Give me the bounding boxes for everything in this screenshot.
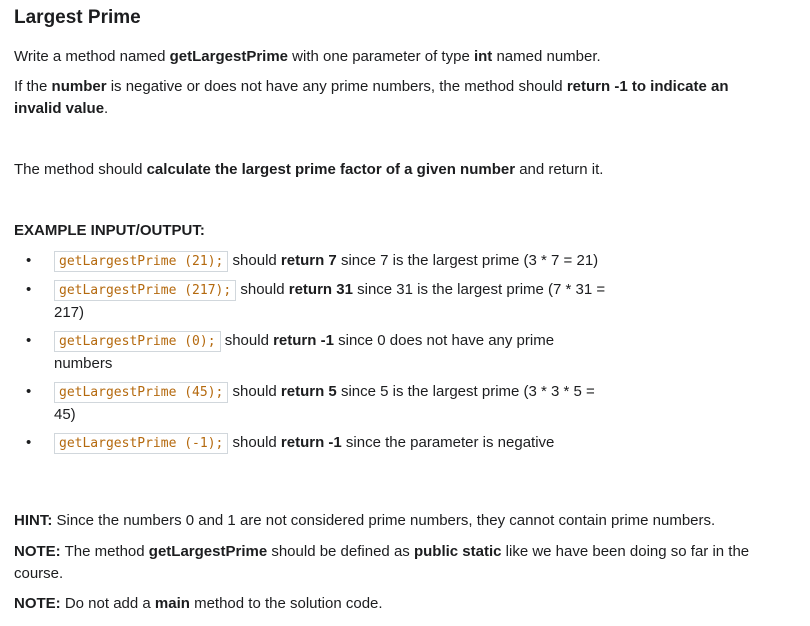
examples-list: • getLargestPrime (21); should return 7 s… [14, 250, 654, 461]
list-item: • getLargestPrime (-1); should return -1 … [14, 432, 614, 455]
param-type: int [473, 48, 493, 65]
code-snippet: getLargestPrime (0); [54, 331, 221, 352]
note-paragraph-1: NOTE: The method getLargestPrime should … [14, 543, 750, 582]
code-snippet: getLargestPrime (45); [54, 382, 229, 403]
hint-label: HINT: [14, 512, 53, 529]
code-snippet: getLargestPrime (217); [54, 280, 237, 301]
hint-paragraph: HINT: Since the numbers 0 and 1 are not … [14, 512, 716, 529]
note-paragraph-2: NOTE: Do not add a main method to the so… [14, 595, 383, 612]
bullet: • [26, 332, 32, 349]
list-item: • getLargestPrime (217); should return 31… [26, 280, 606, 321]
code-snippet: getLargestPrime (21); [54, 251, 229, 272]
intro-paragraph-1: Write a method named getLargestPrime wit… [14, 48, 601, 65]
method-name: getLargestPrime [169, 48, 289, 65]
code-snippet: getLargestPrime (-1); [54, 433, 229, 454]
page-title: Largest Prime [14, 7, 141, 28]
note-label: NOTE: [14, 595, 61, 612]
bullet: • [26, 383, 32, 400]
list-item: • getLargestPrime (0); should return -1 s… [26, 331, 555, 372]
intro-paragraph-3: The method should calculate the largest … [14, 161, 604, 178]
examples-heading: EXAMPLE INPUT/OUTPUT: [14, 222, 205, 239]
bullet: • [26, 281, 32, 298]
bullet: • [26, 252, 32, 269]
intro-paragraph-2: If the number is negative or does not ha… [14, 78, 729, 117]
list-item: • getLargestPrime (21); should return 7 s… [14, 250, 614, 273]
bullet: • [26, 434, 32, 451]
list-item: • getLargestPrime (45); should return 5 s… [26, 382, 595, 423]
note-label: NOTE: [14, 543, 61, 560]
